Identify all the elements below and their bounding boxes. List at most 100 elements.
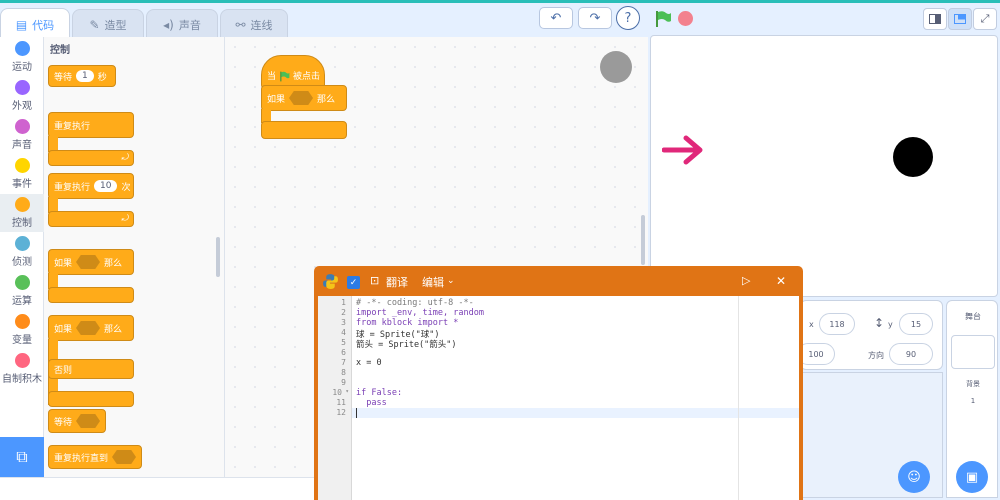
block-if-head: 如果 那么 (48, 249, 134, 275)
script-scrollbar[interactable] (641, 215, 645, 265)
y-position-field[interactable]: 15 (899, 313, 933, 335)
green-flag-icon[interactable] (654, 10, 672, 28)
category-label: 变量 (12, 335, 32, 346)
help-button[interactable]: ? (616, 6, 640, 30)
add-extension-button[interactable]: ⧉ (0, 437, 44, 477)
stage-title: 舞台 (965, 312, 981, 321)
block-if-else-head: 如果 那么 (48, 315, 134, 341)
python-window[interactable]: ✓ ⊡ 翻译 编辑 ⌄ ▷ ✕ 1 2 3 4 5 6 7 8 9 10 ▾ 1… (314, 266, 803, 500)
category-looks[interactable]: 外观 (0, 77, 44, 115)
stop-button[interactable] (678, 11, 693, 26)
block-repeat[interactable]: 重复执行 10 次 ⤾ (48, 173, 134, 231)
condition-slot[interactable] (76, 255, 101, 269)
line-number: 6 (341, 348, 346, 357)
block-if[interactable]: 如果 那么 (48, 249, 134, 307)
block-repeat-until-label: 重复执行直到 (54, 453, 109, 464)
when-flag-clicked-block[interactable]: 当 被点击 (261, 55, 325, 89)
fullscreen-button[interactable]: ⤢ (973, 8, 997, 30)
python-window-header: ✓ ⊡ 翻译 编辑 ⌄ ▷ ✕ (314, 266, 803, 296)
script-then-label: 那么 (317, 94, 336, 105)
check-icon: ✓ (349, 277, 358, 288)
category-label: 外观 (12, 101, 32, 112)
redo-button[interactable]: ↷ (578, 7, 612, 29)
block-forever-head: 重复执行 (48, 112, 134, 138)
palette-scrollbar[interactable] (216, 237, 220, 277)
extension-icon: ⧉ (16, 447, 28, 466)
block-forever-foot: ⤾ (48, 150, 134, 166)
python-sync-checkbox[interactable]: ✓ (347, 276, 360, 289)
condition-slot[interactable] (289, 91, 314, 105)
category-sensing[interactable]: 侦测 (0, 233, 44, 271)
line-number: 1 (341, 298, 346, 307)
category-sound[interactable]: 声音 (0, 116, 44, 154)
close-button[interactable]: ✕ (776, 274, 786, 288)
category-label: 控制 (12, 218, 32, 229)
stage-thumbnail[interactable] (951, 335, 995, 369)
edit-menu[interactable]: 编辑 (422, 274, 444, 290)
translate-button[interactable]: 翻译 (386, 274, 408, 290)
code-line: from kblock import * (356, 318, 459, 328)
category-label: 侦测 (12, 257, 32, 268)
arrow-sprite[interactable] (662, 134, 706, 166)
script-if-head[interactable]: 如果 那么 (261, 85, 347, 111)
hat-clicked-label: 被点击 (293, 72, 321, 82)
chevron-down-icon: ⌄ (447, 276, 455, 286)
block-repeat-until[interactable]: 重复执行直到 (48, 445, 142, 469)
large-stage-button[interactable] (948, 8, 972, 30)
category-label: 事件 (12, 179, 32, 190)
block-wait[interactable]: 等待 1 秒 (48, 65, 116, 87)
sprite-info-panel: x 118 ↕ y 15 100 方向 90 (797, 300, 943, 370)
tab-costumes-label: 造型 (104, 18, 127, 32)
block-forever[interactable]: 重复执行 ⤾ (48, 112, 134, 170)
fullscreen-icon: ⤢ (980, 12, 990, 25)
hat-when-label: 当 (267, 72, 277, 82)
category-motion[interactable]: 运动 (0, 38, 44, 76)
line-number: 9 (341, 378, 346, 387)
x-position-field[interactable]: 118 (819, 313, 855, 335)
choose-backdrop-button[interactable]: ▣ (956, 461, 988, 493)
code-editor[interactable]: 1 2 3 4 5 6 7 8 9 10 ▾ 11 12 # -*- codin… (318, 296, 799, 500)
category-control[interactable]: 控制 (0, 194, 44, 232)
tab-wiring[interactable]: ⚯ 连线 (220, 9, 288, 39)
condition-slot[interactable] (76, 414, 101, 428)
cat-icon: ☺ (907, 469, 921, 485)
stage[interactable] (650, 35, 998, 297)
text-cursor (356, 408, 357, 418)
run-button[interactable]: ▷ (742, 274, 750, 287)
block-wait-until[interactable]: 等待 (48, 409, 106, 433)
block-wait-input[interactable]: 1 (76, 70, 94, 82)
small-stage-button[interactable] (923, 8, 947, 30)
category-dot (14, 353, 30, 368)
code-line: # -*- coding: utf-8 -*- (356, 298, 474, 308)
condition-slot[interactable] (76, 321, 101, 335)
category-my-blocks[interactable]: 自制积木 (0, 350, 44, 388)
tab-code[interactable]: ▤ 代码 (0, 8, 70, 40)
fold-chevron-icon[interactable]: ▾ (345, 388, 349, 395)
undo-icon: ↶ (550, 10, 562, 26)
tab-sounds[interactable]: ◂) 声音 (146, 9, 218, 39)
undo-button[interactable]: ↶ (539, 7, 573, 29)
block-repeat-foot: ⤾ (48, 211, 134, 227)
sprite-thumbnail (600, 51, 632, 83)
tab-costumes[interactable]: ✎ 造型 (72, 9, 144, 39)
ball-sprite[interactable] (893, 137, 933, 177)
brush-icon: ✎ (89, 17, 100, 32)
redo-icon: ↷ (589, 10, 601, 26)
category-variables[interactable]: 变量 (0, 311, 44, 349)
block-if-else[interactable]: 如果 那么 否则 (48, 315, 134, 407)
tab-wiring-label: 连线 (250, 18, 273, 32)
category-events[interactable]: 事件 (0, 155, 44, 193)
block-repeat-input[interactable]: 10 (94, 180, 118, 192)
direction-label: 方向 (868, 351, 884, 360)
line-number: 7 (341, 358, 346, 367)
category-menu: 运动 外观 声音 事件 控制 侦测 运算 变量 自制积木 (0, 37, 44, 437)
backdrop-label: 背景 (966, 380, 980, 388)
category-operators[interactable]: 运算 (0, 272, 44, 310)
direction-field[interactable]: 90 (889, 343, 933, 365)
choose-sprite-button[interactable]: ☺ (898, 461, 930, 493)
block-forever-label: 重复执行 (54, 121, 91, 132)
script-stack[interactable]: 当 被点击 如果 那么 (261, 55, 347, 145)
palette-title: 控制 (50, 45, 70, 56)
condition-slot[interactable] (112, 450, 137, 464)
code-line: 箭头 = Sprite("箭头") (356, 340, 457, 350)
